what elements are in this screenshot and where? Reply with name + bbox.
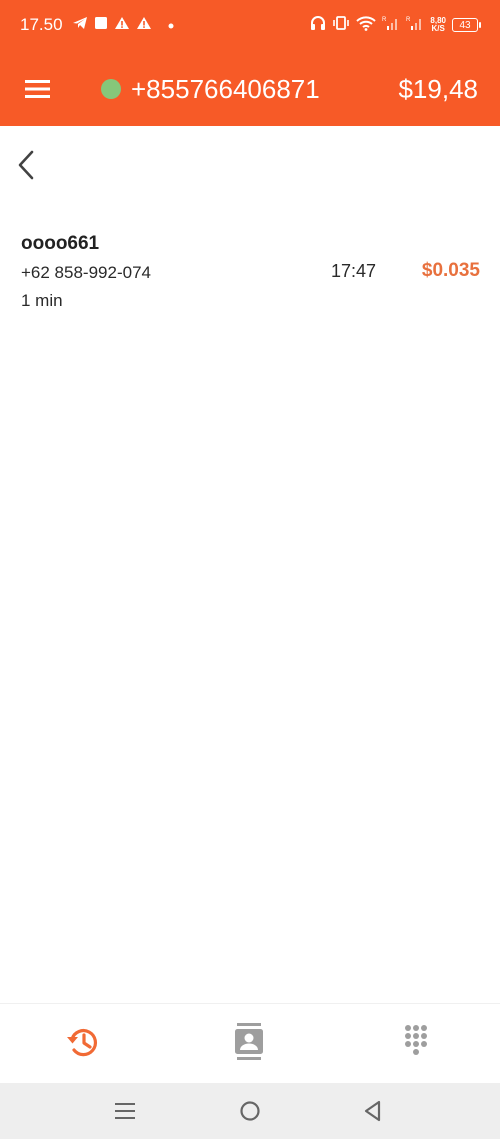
signal-icon: R (382, 15, 400, 36)
network-speed: 8,80 K/S (430, 17, 446, 33)
notification-icons (72, 14, 174, 36)
system-back-button[interactable] (361, 1099, 385, 1123)
nav-tab-contacts[interactable] (229, 1022, 269, 1062)
bottom-navigation (0, 1003, 500, 1083)
system-navigation-bar (0, 1083, 500, 1139)
triangle-back-icon (364, 1100, 381, 1122)
status-time: 17.50 (20, 15, 63, 34)
circle-home-icon (240, 1101, 260, 1121)
caller-number: +62 858-992-074 (21, 263, 151, 282)
headphones-icon (310, 15, 326, 36)
menu-button[interactable] (24, 76, 52, 102)
nav-tab-history[interactable] (63, 1022, 103, 1062)
call-cost: $0.035 (421, 260, 480, 281)
call-history-screen: 17.50 R R 8,80 K/S 43 +855766406871 $19,… (0, 0, 500, 1139)
caller-name: oooo661 (21, 233, 100, 254)
chevron-left-icon (18, 150, 34, 180)
account-balance: $19,48 (398, 74, 478, 104)
hamburger-menu-icon (25, 80, 50, 98)
history-icon (67, 1029, 98, 1057)
dialpad-icon (405, 1025, 427, 1055)
back-button[interactable] (10, 146, 44, 184)
svg-text:R: R (382, 17, 387, 23)
battery-indicator: 43 (452, 18, 481, 32)
square-notification-icon (94, 16, 108, 35)
menu-lines-icon (115, 1103, 135, 1119)
call-time: 17:47 (331, 261, 377, 281)
dot-icon (168, 16, 174, 34)
recent-apps-button[interactable] (113, 1099, 137, 1123)
system-status-icons: R R 8,80 K/S 43 (310, 12, 481, 38)
wifi-icon (356, 15, 377, 36)
contacts-icon (235, 1023, 263, 1060)
warning-icon (114, 16, 130, 35)
status-bar: 17.50 R R 8,80 K/S 43 (0, 0, 500, 52)
telegram-icon (72, 16, 88, 35)
home-button[interactable] (238, 1099, 262, 1123)
account-number: +855766406871 (131, 74, 320, 104)
online-status-indicator (101, 79, 121, 99)
svg-text:R: R (406, 17, 411, 23)
call-duration: 1 min (21, 291, 63, 310)
network-speed-unit: K/S (431, 24, 445, 33)
vibrate-icon (332, 15, 350, 36)
call-history-item[interactable]: oooo661 +62 858-992-074 1 min 17:47 $0.0… (0, 226, 500, 318)
nav-tab-keypad[interactable] (396, 1022, 436, 1062)
warning-icon (136, 16, 152, 35)
app-bar: +855766406871 $19,48 (0, 52, 500, 126)
signal-icon: R (406, 15, 424, 36)
